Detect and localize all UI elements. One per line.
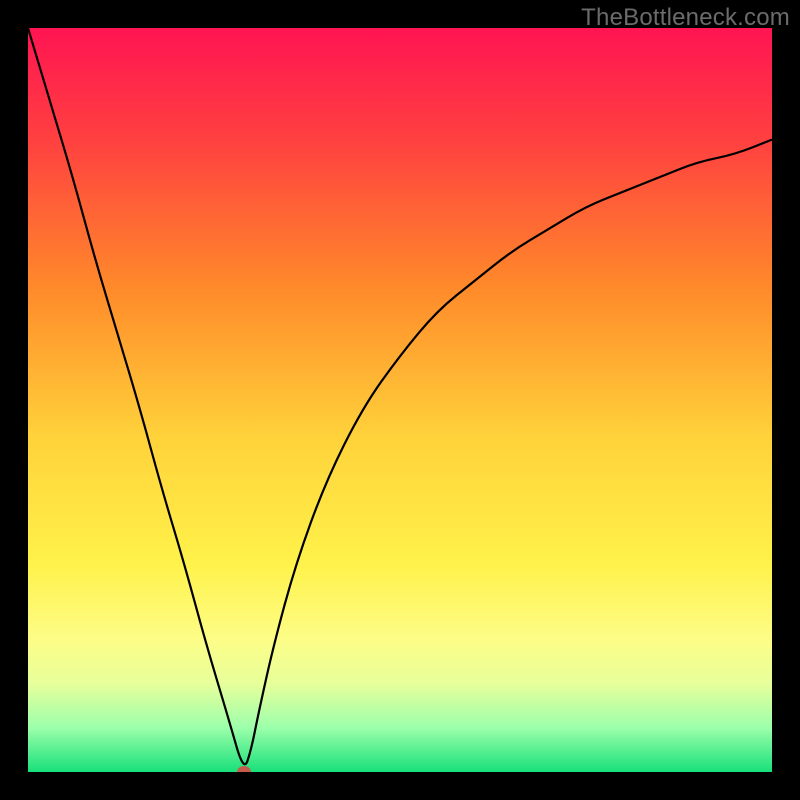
plot-background	[28, 28, 772, 772]
watermark-text: TheBottleneck.com	[581, 4, 790, 32]
plot-svg	[28, 28, 772, 772]
optimal-point-marker	[237, 766, 251, 772]
chart-frame: TheBottleneck.com	[0, 0, 800, 800]
plot-area	[28, 28, 772, 772]
